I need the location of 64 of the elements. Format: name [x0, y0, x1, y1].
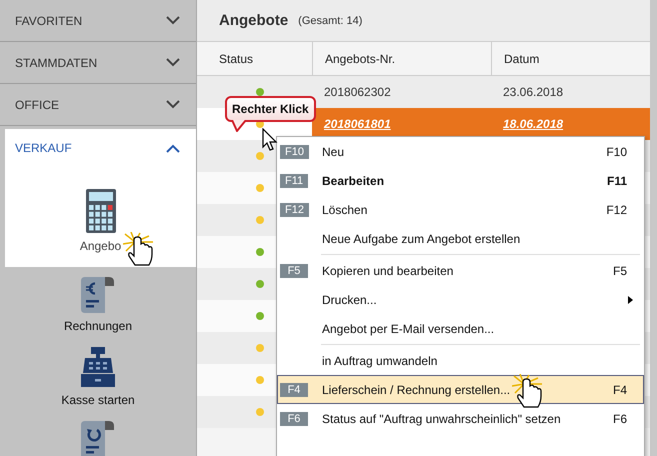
- sidebar-section-header[interactable]: VERKAUF: [5, 129, 196, 167]
- callout-pointer: [231, 120, 247, 132]
- shortcut-label: F5: [612, 264, 627, 278]
- menu-item[interactable]: F12 Löschen F12: [277, 195, 644, 224]
- column-header[interactable]: Status: [197, 42, 312, 75]
- menu-item[interactable]: Drucken...: [277, 285, 644, 314]
- menu-item[interactable]: Angebot per E-Mail versenden...: [277, 314, 644, 343]
- cash-register-icon: [81, 347, 115, 387]
- menu-label: Status auf "Auftrag unwahrscheinlich" setzen: [322, 412, 562, 426]
- sidebar-section-header[interactable]: OFFICE: [0, 84, 196, 126]
- record-count: (Gesamt: 14): [298, 14, 362, 26]
- key-badge: F5: [280, 264, 308, 278]
- table-cell: 18.06.2018: [503, 117, 564, 131]
- chevron-icon: [166, 16, 180, 25]
- sidebar-section-header[interactable]: STAMMDATEN: [0, 42, 196, 84]
- menu-item[interactable]: F5 Kopieren und bearbeiten F5: [277, 256, 644, 285]
- nav-item[interactable]: Kasse starten: [0, 337, 196, 411]
- menu-item[interactable]: F11 Bearbeiten F11: [277, 166, 644, 195]
- section-title: FAVORITEN: [15, 14, 82, 28]
- chevron-icon: [166, 100, 180, 109]
- table-cell: 2018061801: [324, 117, 391, 131]
- section-title: VERKAUF: [15, 141, 72, 155]
- key-badge: F12: [280, 202, 309, 216]
- callout: Rechter Klick: [225, 96, 316, 122]
- nav-label: Rechnungen: [64, 319, 132, 333]
- nav-label: Angebo: [80, 239, 122, 253]
- menu-label: Neue Aufgabe zum Angebot erstellen: [322, 232, 522, 246]
- section-title: OFFICE: [15, 98, 59, 112]
- invoice-icon: [81, 277, 115, 313]
- key-badge: F10: [280, 144, 309, 158]
- key-badge: F4: [280, 382, 308, 396]
- shortcut-label: F6: [612, 412, 627, 426]
- sidebar-section-header[interactable]: FAVORITEN: [0, 0, 196, 42]
- menu-item[interactable]: F4 Lieferschein / Rechnung erstellen... F4: [277, 375, 644, 404]
- panel-title: Angebote: [219, 12, 288, 29]
- menu-item[interactable]: F6 Status auf "Auftrag unwahrscheinlich" setzen F6: [277, 404, 644, 433]
- shortcut-label: F4: [612, 382, 627, 396]
- key-badge: F6: [280, 412, 308, 426]
- menu-label: Neu: [322, 144, 346, 158]
- document-icon: [81, 421, 115, 456]
- nav-label: Kasse starten: [61, 393, 135, 407]
- shortcut-label: F11: [606, 174, 627, 188]
- menu-label: Angebot per E-Mail versenden...: [322, 322, 496, 336]
- menu-item[interactable]: in Auftrag umwandeln: [277, 346, 644, 375]
- menu-item[interactable]: F10 Neu F10: [277, 137, 644, 166]
- menu-label: Lieferschein / Rechnung erstellen...: [322, 382, 512, 396]
- calculator-icon: [86, 189, 116, 233]
- chevron-icon: [166, 144, 180, 152]
- key-badge: F11: [280, 174, 308, 188]
- menu-label: Kopieren und bearbeiten: [322, 264, 454, 278]
- nav-item[interactable]: Rechnungen: [0, 267, 196, 337]
- column-header[interactable]: Angebots-Nr.: [312, 42, 491, 75]
- menu-label: Drucken...: [322, 292, 378, 306]
- shortcut-label: F10: [606, 144, 627, 158]
- shortcut-label: F12: [606, 202, 627, 216]
- table-cell: 23.06.2018: [503, 85, 564, 99]
- table-cell: 2018062302: [324, 85, 391, 99]
- section-title: STAMMDATEN: [15, 56, 98, 70]
- nav-item[interactable]: Angebo: [5, 167, 196, 267]
- menu-item[interactable]: Neue Aufgabe zum Angebot erstellen: [277, 224, 644, 253]
- menu-label: Löschen: [322, 202, 368, 216]
- menu-label: in Auftrag umwandeln: [322, 354, 438, 368]
- menu-label: Bearbeiten: [322, 174, 386, 188]
- chevron-icon: [166, 58, 180, 67]
